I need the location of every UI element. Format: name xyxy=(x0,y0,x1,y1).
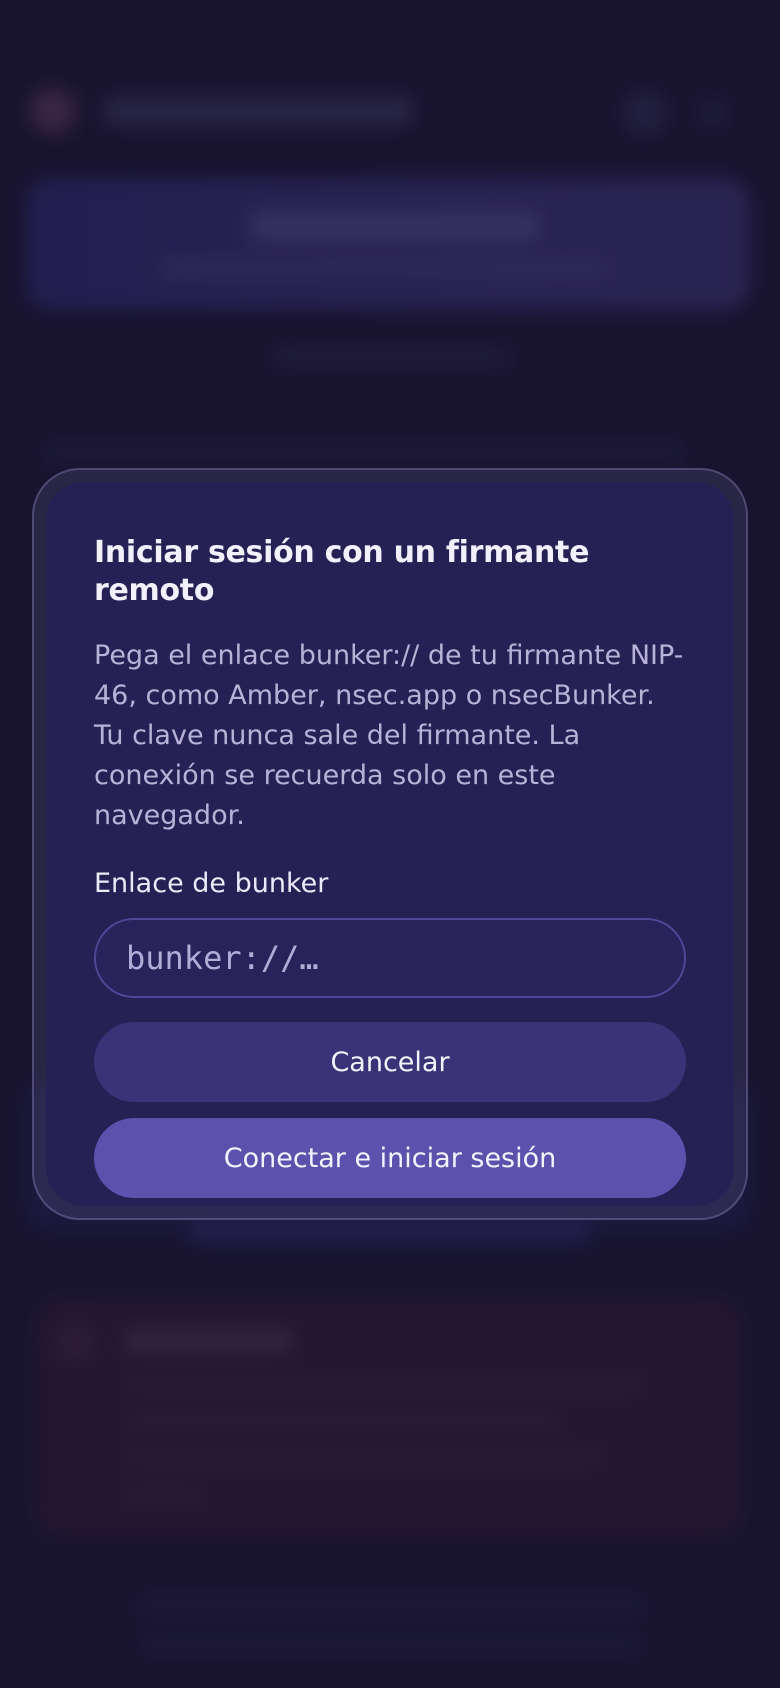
bunker-link-label: Enlace de bunker xyxy=(94,868,329,899)
remote-signer-login-dialog: Iniciar sesión con un firmante remoto Pe… xyxy=(46,482,734,1206)
dialog-description: Pega el enlace bunker:// de tu firmante … xyxy=(94,640,684,831)
cancel-button[interactable]: Cancelar xyxy=(94,1022,686,1102)
bunker-link-input[interactable] xyxy=(94,918,686,998)
page: Iniciar sesión con un firmante remoto Pe… xyxy=(0,0,780,1688)
connect-and-login-button[interactable]: Conectar e iniciar sesión xyxy=(94,1118,686,1198)
dialog-title: Iniciar sesión con un firmante remoto xyxy=(94,535,590,608)
